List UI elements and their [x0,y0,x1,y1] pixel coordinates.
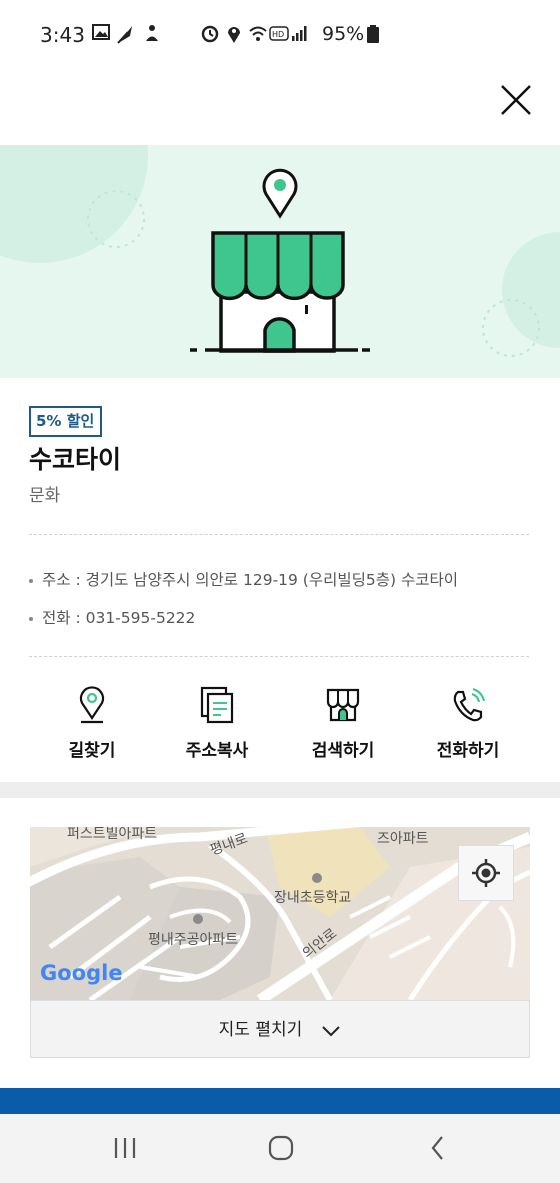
divider [29,656,529,657]
google-logo: Google [40,961,123,985]
divider [29,534,529,535]
battery-icon [367,25,379,43]
map-view[interactable]: 퍼스트빌아파트 평내로 즈아파트 장내초등학교 평내주공아파트 의안로 Goog… [30,827,530,1000]
discount-badge: 5% 할인 [29,406,103,437]
image-icon [92,24,110,40]
crosshair-icon [472,859,500,887]
back-icon[interactable] [428,1134,448,1162]
status-bar: 3:43 HD 95% [0,0,560,70]
bottom-action-bar[interactable] [0,1088,560,1114]
store-icon [326,688,360,722]
search-button[interactable]: 검색하기 [283,686,403,761]
recent-apps-icon[interactable] [112,1136,138,1160]
battery-percent: 95% [322,23,365,45]
signal-icon [292,26,307,41]
store-address: 주소 : 경기도 남양주시 의안로 129-19 (우리빌딩5층) 수코타이 [42,571,459,589]
status-time: 3:43 [40,23,85,47]
map-pin-icon [79,686,105,724]
action-bar: 길찾기 주소복사 검색하기 전화하기 [0,678,560,768]
store-category: 문화 [29,486,61,506]
home-icon[interactable] [267,1134,295,1162]
system-nav-bar [0,1114,560,1183]
address-row: 주소 : 경기도 남양주시 의안로 129-19 (우리빌딩5층) 수코타이 [29,568,458,590]
map-pin-icon [262,168,298,219]
phone-row: 전화 : 031-595-5222 [29,606,195,628]
map-label-school: 장내초등학교 [274,890,352,906]
copy-address-button[interactable]: 주소복사 [157,686,277,761]
call-button[interactable]: 전화하기 [408,686,528,761]
hd-icon: HD [269,26,289,41]
copy-icon [200,686,234,724]
search-label: 검색하기 [311,741,375,761]
copy-address-label: 주소복사 [185,741,249,761]
alarm-icon [201,25,219,43]
store-name: 수코타이 [29,445,122,474]
system-icons: HD [200,22,320,50]
wifi-icon [249,26,267,41]
my-location-button[interactable] [458,845,514,901]
map-label-apt3: 평내주공아파트 [148,932,239,948]
store-illustration [0,145,560,357]
person-icon [146,25,158,41]
close-button[interactable] [496,80,536,120]
bullet [29,616,33,621]
feather-icon [117,26,132,44]
map-label-apt2: 즈아파트 [377,831,429,847]
bullet [29,578,33,583]
store-illustration-banner [0,145,560,378]
location-icon [228,27,240,43]
section-separator [0,782,560,798]
notification-icons [92,22,172,50]
expand-map-label: 지도 펼치기 [218,1020,303,1040]
store-icon [190,231,370,353]
close-icon[interactable] [496,80,536,120]
directions-label: 길찾기 [68,741,116,761]
map-label-apt1: 퍼스트빌아파트 [67,827,158,842]
expand-map-button[interactable]: 지도 펼치기 [30,1000,530,1058]
chevron-down-icon [322,1025,341,1036]
store-phone: 전화 : 031-595-5222 [42,609,196,627]
phone-icon [453,688,485,722]
svg-text:HD: HD [272,30,284,39]
directions-button[interactable]: 길찾기 [32,686,152,761]
call-label: 전화하기 [436,741,500,761]
